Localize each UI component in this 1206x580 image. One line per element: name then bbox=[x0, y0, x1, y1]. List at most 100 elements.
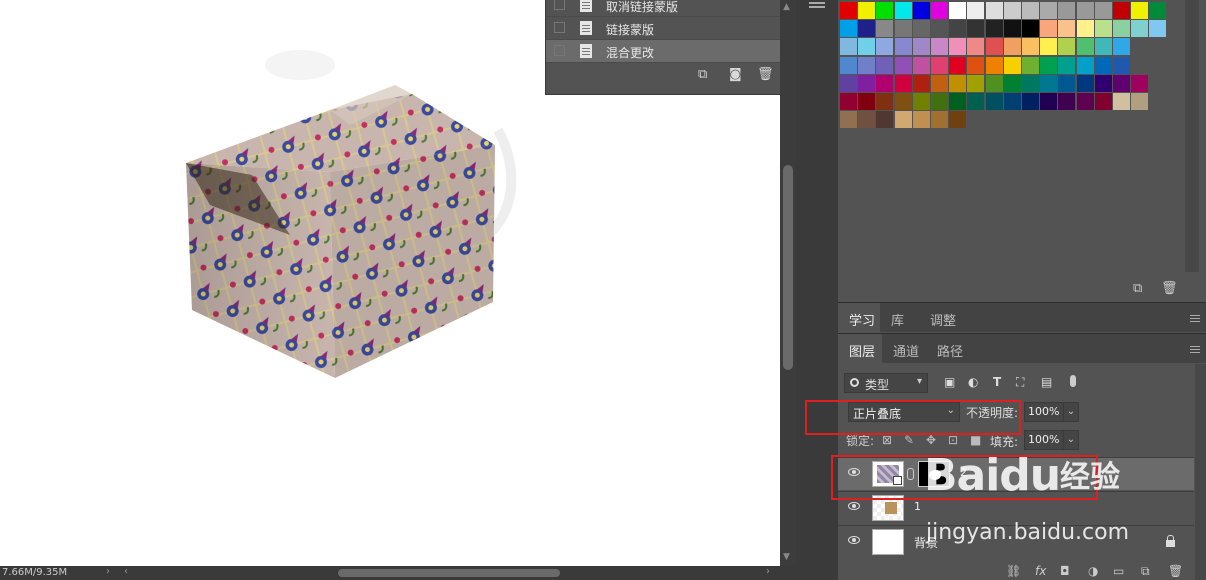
color-swatch[interactable] bbox=[931, 38, 948, 56]
color-swatch[interactable] bbox=[985, 56, 1003, 74]
color-swatch[interactable] bbox=[931, 111, 948, 129]
panel-grip-icon[interactable] bbox=[809, 2, 825, 8]
color-swatch[interactable] bbox=[985, 93, 1003, 110]
color-swatch[interactable] bbox=[1094, 38, 1112, 56]
color-swatch[interactable] bbox=[894, 93, 912, 110]
color-swatch[interactable] bbox=[1022, 74, 1039, 92]
color-swatch[interactable] bbox=[1094, 74, 1112, 92]
tab-learn[interactable]: 学习 bbox=[849, 310, 875, 329]
scroll-right-arrow[interactable]: › bbox=[766, 566, 770, 577]
new-swatch-icon[interactable]: ⧉ bbox=[1133, 281, 1142, 296]
color-swatch[interactable] bbox=[931, 93, 948, 110]
color-swatch[interactable] bbox=[949, 56, 967, 74]
color-swatch[interactable] bbox=[1058, 56, 1076, 74]
color-swatch[interactable] bbox=[1022, 56, 1039, 74]
color-swatch[interactable] bbox=[894, 20, 912, 38]
color-swatch[interactable] bbox=[858, 74, 876, 92]
color-swatch[interactable] bbox=[1113, 2, 1130, 19]
type-filter-icon[interactable]: T bbox=[993, 375, 1001, 389]
color-swatch[interactable] bbox=[912, 111, 930, 129]
color-swatch[interactable] bbox=[985, 74, 1003, 92]
lock-artboard-icon[interactable]: ⊡ bbox=[948, 433, 958, 447]
opacity-slider-toggle[interactable]: ⌄ bbox=[1063, 402, 1079, 422]
eye-visibility-icon[interactable] bbox=[848, 536, 860, 544]
color-swatch[interactable] bbox=[858, 111, 876, 129]
swatches-scrollbar[interactable] bbox=[1185, 0, 1199, 272]
scroll-thumb[interactable] bbox=[783, 165, 793, 370]
tab-channels[interactable]: 通道 bbox=[893, 341, 919, 360]
color-swatch[interactable] bbox=[858, 93, 876, 110]
color-swatch[interactable] bbox=[1131, 20, 1149, 38]
layers-scrollbar[interactable] bbox=[1195, 364, 1206, 580]
color-swatch[interactable] bbox=[985, 38, 1003, 56]
color-swatch[interactable] bbox=[985, 20, 1003, 38]
color-swatch[interactable] bbox=[894, 56, 912, 74]
color-swatch[interactable] bbox=[1040, 74, 1058, 92]
color-swatch[interactable] bbox=[840, 2, 857, 19]
color-swatch[interactable] bbox=[931, 74, 948, 92]
snapshot-checkbox[interactable] bbox=[554, 45, 565, 56]
color-swatch[interactable] bbox=[1022, 2, 1039, 19]
color-swatch[interactable] bbox=[1003, 74, 1021, 92]
color-swatch[interactable] bbox=[1131, 93, 1149, 110]
canvas-vertical-scrollbar[interactable]: ▲ ▼ bbox=[780, 0, 796, 566]
color-swatch[interactable] bbox=[1022, 93, 1039, 110]
color-swatch[interactable] bbox=[1113, 20, 1130, 38]
color-swatch[interactable] bbox=[894, 38, 912, 56]
new-layer-icon[interactable]: ⧉ bbox=[1141, 564, 1150, 579]
color-swatch[interactable] bbox=[840, 93, 857, 110]
color-swatch[interactable] bbox=[858, 20, 876, 38]
color-swatch[interactable] bbox=[1040, 93, 1058, 110]
tab-library[interactable]: 库 bbox=[891, 310, 904, 329]
color-swatch[interactable] bbox=[1058, 2, 1076, 19]
color-swatch[interactable] bbox=[876, 2, 894, 19]
color-swatch[interactable] bbox=[1149, 20, 1167, 38]
color-swatch[interactable] bbox=[1076, 38, 1094, 56]
tab-adjustments[interactable]: 调整 bbox=[930, 310, 956, 329]
color-swatch[interactable] bbox=[967, 74, 985, 92]
color-swatch[interactable] bbox=[840, 20, 857, 38]
color-swatch[interactable] bbox=[985, 2, 1003, 19]
history-item-selected[interactable]: 混合更改 bbox=[546, 40, 782, 63]
color-swatch[interactable] bbox=[931, 20, 948, 38]
panel-menu-icon[interactable] bbox=[1190, 315, 1200, 322]
color-swatch[interactable] bbox=[894, 111, 912, 129]
color-swatch[interactable] bbox=[1131, 2, 1149, 19]
color-swatch[interactable] bbox=[1058, 38, 1076, 56]
color-swatch[interactable] bbox=[1076, 74, 1094, 92]
color-swatch[interactable] bbox=[1094, 56, 1112, 74]
color-swatch[interactable] bbox=[1040, 56, 1058, 74]
color-swatch[interactable] bbox=[931, 56, 948, 74]
color-swatch[interactable] bbox=[949, 74, 967, 92]
color-swatch[interactable] bbox=[967, 20, 985, 38]
color-swatch[interactable] bbox=[967, 56, 985, 74]
color-swatch[interactable] bbox=[949, 20, 967, 38]
shape-filter-icon[interactable]: ⛶ bbox=[1016, 375, 1024, 390]
scroll-left-arrow[interactable]: ‹ bbox=[124, 566, 128, 577]
color-swatch[interactable] bbox=[1094, 2, 1112, 19]
group-folder-icon[interactable]: ▭ bbox=[1113, 564, 1124, 578]
eye-visibility-icon[interactable] bbox=[848, 502, 860, 510]
camera-icon[interactable]: ◙ bbox=[729, 67, 742, 82]
color-swatch[interactable] bbox=[894, 2, 912, 19]
lock-transparent-icon[interactable]: ⊠ bbox=[882, 433, 892, 447]
color-swatch[interactable] bbox=[1094, 20, 1112, 38]
color-swatch[interactable] bbox=[1003, 2, 1021, 19]
color-swatch[interactable] bbox=[949, 2, 967, 19]
color-swatch[interactable] bbox=[931, 2, 948, 19]
color-swatch[interactable] bbox=[876, 111, 894, 129]
filter-toggle-switch[interactable] bbox=[1070, 375, 1076, 387]
color-swatch[interactable] bbox=[967, 93, 985, 110]
color-swatch[interactable] bbox=[912, 20, 930, 38]
panel-menu-icon[interactable] bbox=[1190, 346, 1200, 353]
lock-all-icon[interactable]: ■ bbox=[970, 433, 981, 447]
color-swatch[interactable] bbox=[1003, 38, 1021, 56]
color-swatch[interactable] bbox=[1022, 38, 1039, 56]
color-swatch[interactable] bbox=[912, 74, 930, 92]
trash-icon[interactable]: 🗑 bbox=[1161, 281, 1178, 296]
color-swatch[interactable] bbox=[1022, 20, 1039, 38]
color-swatch[interactable] bbox=[949, 38, 967, 56]
color-swatch[interactable] bbox=[949, 111, 967, 129]
lock-image-brush-icon[interactable]: ✎ bbox=[904, 433, 914, 447]
color-swatch[interactable] bbox=[876, 20, 894, 38]
